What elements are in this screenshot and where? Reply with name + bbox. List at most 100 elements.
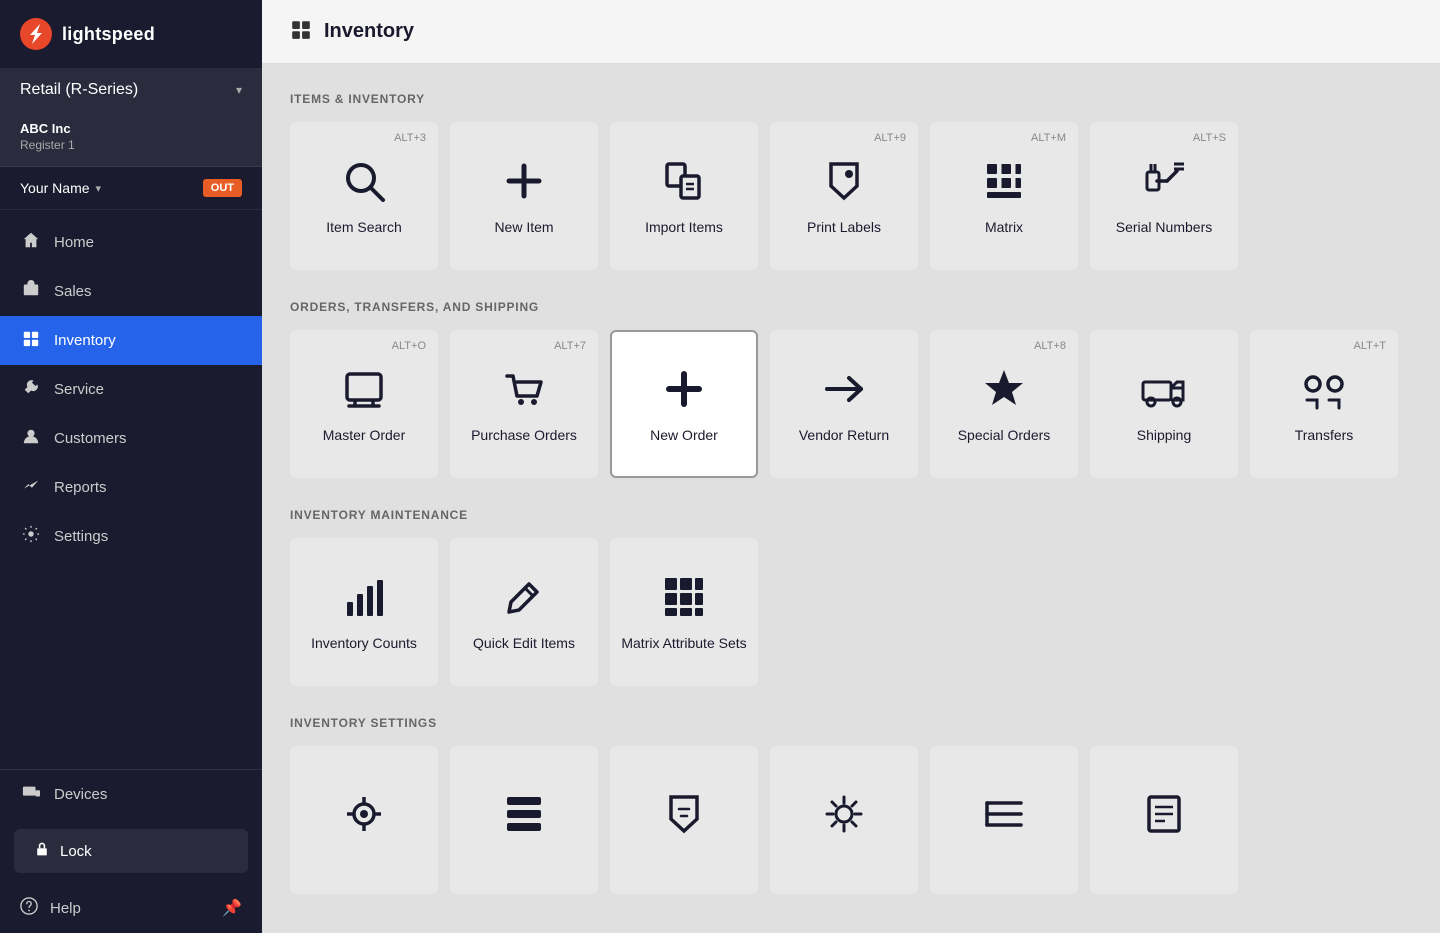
transfers-shortcut: ALT+T (1353, 340, 1386, 352)
tile-settings-1[interactable] (290, 746, 438, 894)
register-info: ABC Inc Register 1 (0, 111, 262, 167)
tile-matrix-attribute-sets[interactable]: Matrix Attribute Sets (610, 538, 758, 686)
vendor-return-label: Vendor Return (799, 426, 889, 444)
purchase-orders-shortcut: ALT+7 (554, 340, 586, 352)
pin-icon: 📌 (222, 898, 242, 918)
tile-item-search[interactable]: ALT+3 Item Search (290, 122, 438, 270)
user-name: Your Name (20, 180, 90, 196)
lock-icon (34, 841, 50, 861)
vendor-return-icon (819, 364, 869, 414)
maintenance-grid: Inventory Counts Quick Edit Items (290, 538, 1412, 686)
settings-3-icon (659, 789, 709, 839)
print-labels-shortcut: ALT+9 (874, 132, 906, 144)
main-header: Inventory (262, 0, 1440, 64)
settings-icon (20, 525, 42, 548)
tile-inventory-counts[interactable]: Inventory Counts (290, 538, 438, 686)
item-search-shortcut: ALT+3 (394, 132, 426, 144)
sidebar-item-settings[interactable]: Settings (0, 512, 262, 561)
logo-area: lightspeed (0, 0, 262, 69)
transfers-label: Transfers (1295, 426, 1354, 444)
tile-serial-numbers[interactable]: ALT+S Serial Numbers (1090, 122, 1238, 270)
section-settings-title: INVENTORY SETTINGS (290, 716, 1412, 730)
tile-settings-2[interactable] (450, 746, 598, 894)
section-items-inventory: ITEMS & INVENTORY ALT+3 Item Search New … (290, 92, 1412, 270)
sidebar-item-home[interactable]: Home (0, 218, 262, 267)
sidebar-bottom: Devices Lock Help 📌 (0, 769, 262, 933)
nav-menu: Home Sales Inventory Service (0, 210, 262, 769)
sidebar-item-settings-label: Settings (54, 528, 108, 545)
tile-print-labels[interactable]: ALT+9 Print Labels (770, 122, 918, 270)
sidebar-item-sales[interactable]: Sales (0, 267, 262, 316)
tile-settings-5[interactable] (930, 746, 1078, 894)
tile-settings-4[interactable] (770, 746, 918, 894)
reports-icon (20, 476, 42, 499)
brand-name: lightspeed (62, 24, 155, 45)
inventory-counts-label: Inventory Counts (311, 634, 417, 652)
serial-numbers-shortcut: ALT+S (1193, 132, 1226, 144)
out-badge: OUT (203, 179, 242, 197)
tile-purchase-orders[interactable]: ALT+7 Purchase Orders (450, 330, 598, 478)
tile-vendor-return[interactable]: Vendor Return (770, 330, 918, 478)
user-row[interactable]: Your Name ▾ OUT (0, 167, 262, 210)
sidebar-item-service-label: Service (54, 381, 104, 398)
sidebar-item-reports-label: Reports (54, 479, 107, 496)
tile-quick-edit-items[interactable]: Quick Edit Items (450, 538, 598, 686)
sidebar-item-inventory-label: Inventory (54, 332, 116, 349)
master-order-label: Master Order (323, 426, 405, 444)
new-item-label: New Item (494, 218, 553, 236)
help-row[interactable]: Help 📌 (0, 883, 262, 933)
orders-grid: ALT+O Master Order ALT+7 (290, 330, 1412, 478)
home-icon (20, 231, 42, 254)
customers-icon (20, 427, 42, 450)
tile-master-order[interactable]: ALT+O Master Order (290, 330, 438, 478)
serial-numbers-label: Serial Numbers (1116, 218, 1212, 236)
header-inventory-icon (290, 18, 312, 45)
inventory-counts-icon (339, 572, 389, 622)
new-order-icon (659, 364, 709, 414)
tile-new-order[interactable]: New Order (610, 330, 758, 478)
lock-button[interactable]: Lock (14, 829, 248, 873)
section-orders-title: ORDERS, TRANSFERS, AND SHIPPING (290, 300, 1412, 314)
transfers-icon (1299, 364, 1349, 414)
purchase-orders-icon (499, 364, 549, 414)
inventory-icon (20, 329, 42, 352)
items-inventory-grid: ALT+3 Item Search New Item (290, 122, 1412, 270)
lock-label: Lock (60, 843, 92, 860)
company-name: ABC Inc (20, 121, 242, 136)
service-icon (20, 378, 42, 401)
page-title: Inventory (324, 20, 414, 43)
settings-6-icon (1139, 789, 1189, 839)
section-inventory-settings: INVENTORY SETTINGS (290, 716, 1412, 894)
tile-settings-3[interactable] (610, 746, 758, 894)
special-orders-icon (979, 364, 1029, 414)
sidebar-item-sales-label: Sales (54, 283, 92, 300)
sidebar-item-inventory[interactable]: Inventory (0, 316, 262, 365)
serial-numbers-icon (1139, 156, 1189, 206)
shipping-label: Shipping (1137, 426, 1192, 444)
lightspeed-logo-icon (20, 18, 52, 50)
tile-shipping[interactable]: Shipping (1090, 330, 1238, 478)
import-items-icon (659, 156, 709, 206)
special-orders-label: Special Orders (958, 426, 1051, 444)
main-content: Inventory ITEMS & INVENTORY ALT+3 Item S… (262, 0, 1440, 933)
store-selector[interactable]: Retail (R-Series) ▾ (0, 69, 262, 111)
master-order-icon (339, 364, 389, 414)
sidebar-item-service[interactable]: Service (0, 365, 262, 414)
tile-settings-6[interactable] (1090, 746, 1238, 894)
tile-special-orders[interactable]: ALT+8 Special Orders (930, 330, 1078, 478)
sidebar-item-home-label: Home (54, 234, 94, 251)
matrix-attribute-sets-icon (659, 572, 709, 622)
tile-import-items[interactable]: Import Items (610, 122, 758, 270)
print-labels-icon (819, 156, 869, 206)
special-orders-shortcut: ALT+8 (1034, 340, 1066, 352)
devices-icon (20, 783, 42, 806)
tile-transfers[interactable]: ALT+T Transfers (1250, 330, 1398, 478)
devices-label: Devices (54, 786, 107, 803)
tile-new-item[interactable]: New Item (450, 122, 598, 270)
sidebar-item-customers[interactable]: Customers (0, 414, 262, 463)
sidebar-item-devices[interactable]: Devices (0, 770, 262, 819)
sidebar-item-reports[interactable]: Reports (0, 463, 262, 512)
quick-edit-icon (499, 572, 549, 622)
settings-1-icon (339, 789, 389, 839)
tile-matrix[interactable]: ALT+M M (930, 122, 1078, 270)
